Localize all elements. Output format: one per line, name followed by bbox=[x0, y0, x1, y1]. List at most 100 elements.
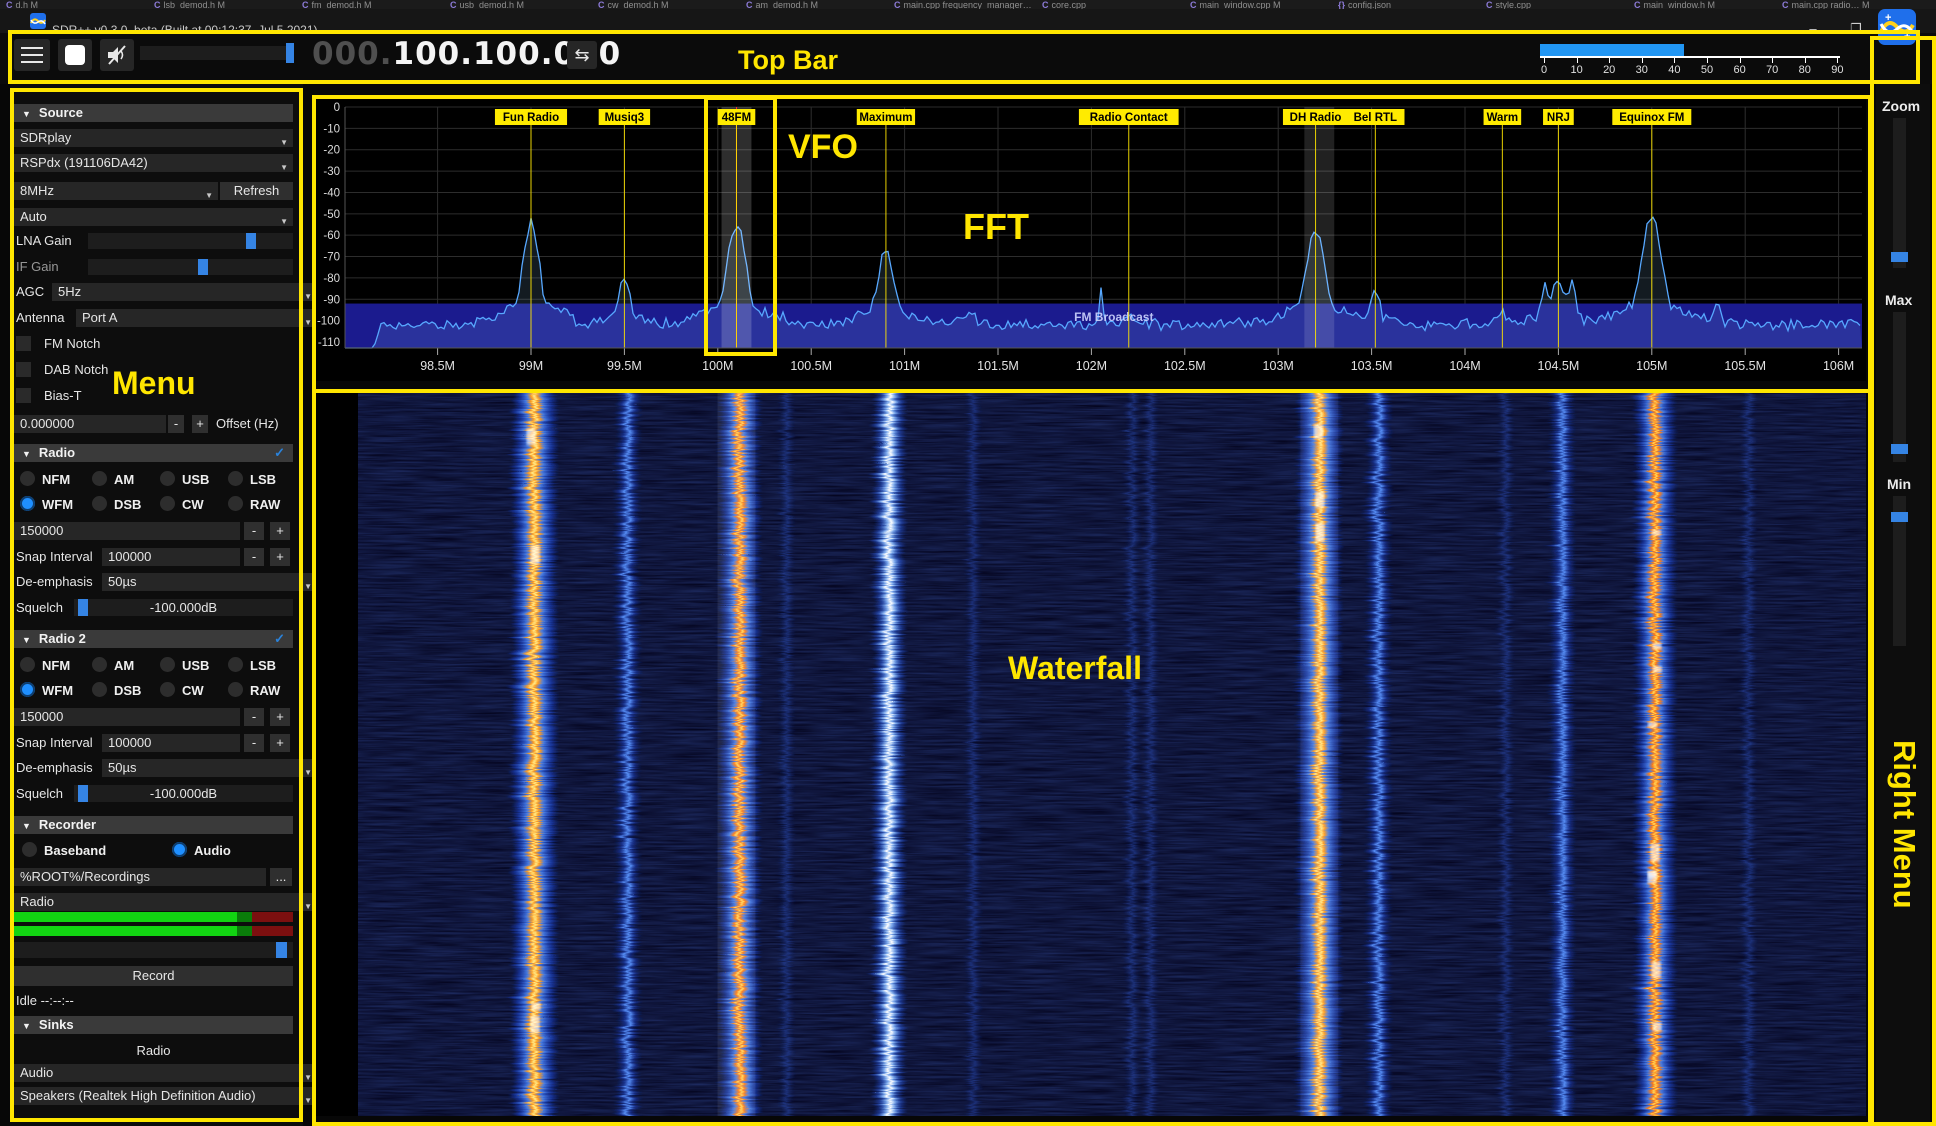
editor-tab[interactable]: Cam_demod.h M bbox=[746, 0, 818, 9]
swap-iq-button[interactable]: ⇆ bbox=[567, 41, 597, 69]
dab-notch-checkbox[interactable] bbox=[16, 362, 31, 377]
station-label[interactable]: 48FM bbox=[718, 109, 756, 125]
radio1-bw-minus-button[interactable]: - bbox=[244, 522, 264, 540]
editor-tab[interactable]: Cstyle.cpp bbox=[1486, 0, 1531, 9]
radio2-deemphasis-dropdown[interactable]: 50µs▼ bbox=[102, 759, 317, 777]
radio1-bw-plus-button[interactable]: + bbox=[270, 522, 290, 540]
radio2-bandwidth-input[interactable]: 150000 bbox=[14, 708, 240, 726]
station-label[interactable]: Musiq3 bbox=[599, 109, 650, 125]
mode-radio-dsb[interactable] bbox=[92, 682, 107, 697]
device-dropdown[interactable]: RSPdx (191106DA42)▼ bbox=[14, 154, 293, 172]
editor-tab[interactable]: Cmain.cpp frequency_manager… bbox=[894, 0, 1032, 9]
mode-radio-cw[interactable] bbox=[160, 496, 175, 511]
radio1-snap-minus-button[interactable]: - bbox=[244, 548, 264, 566]
record-button[interactable]: Record bbox=[14, 966, 293, 986]
min-slider[interactable] bbox=[1893, 496, 1906, 646]
station-label[interactable]: DH Radio bbox=[1283, 109, 1348, 125]
if-gain-slider[interactable] bbox=[88, 259, 293, 275]
radio2-section-header[interactable]: ▼Radio 2✓ bbox=[14, 630, 293, 648]
antenna-dropdown[interactable]: Port A▼ bbox=[76, 309, 317, 327]
fm-notch-checkbox[interactable] bbox=[16, 336, 31, 351]
recorder-path-input[interactable]: %ROOT%/Recordings bbox=[14, 868, 266, 886]
mode-radio-lsb[interactable] bbox=[228, 471, 243, 486]
editor-tab[interactable]: {}config.json bbox=[1338, 0, 1391, 9]
station-label[interactable]: Warm bbox=[1484, 109, 1522, 125]
radio2-squelch-slider[interactable]: -100.000dB bbox=[74, 785, 293, 802]
radio1-snap-input[interactable]: 100000 bbox=[102, 548, 240, 566]
radio1-snap-plus-button[interactable]: + bbox=[270, 548, 290, 566]
bias-t-checkbox[interactable] bbox=[16, 388, 31, 403]
mode-radio-am[interactable] bbox=[92, 657, 107, 672]
snr-gauge[interactable]: 0102030405060708090 bbox=[1540, 44, 1840, 76]
radio2-snap-input[interactable]: 100000 bbox=[102, 734, 240, 752]
radio2-snap-minus-button[interactable]: - bbox=[244, 734, 264, 752]
recorder-audio-radio-selected[interactable] bbox=[172, 842, 187, 857]
mode-radio-wfm-selected[interactable] bbox=[20, 496, 35, 511]
radio1-deemphasis-dropdown[interactable]: 50µs▼ bbox=[102, 573, 317, 591]
module-enabled-check-icon[interactable]: ✓ bbox=[274, 444, 285, 462]
station-label[interactable]: Radio Contact bbox=[1079, 109, 1179, 125]
editor-tab[interactable]: Cd.h M bbox=[6, 0, 38, 9]
mode-radio-nfm[interactable] bbox=[20, 657, 35, 672]
station-label[interactable]: Bel RTL bbox=[1346, 109, 1404, 125]
offset-plus-button[interactable]: + bbox=[192, 415, 208, 433]
recorder-stream-dropdown[interactable]: Radio▼ bbox=[14, 893, 317, 911]
editor-tabstrip[interactable]: Cd.h MClsb_demod.h MCfm_demod.h MCusb_de… bbox=[0, 0, 1936, 9]
editor-tab[interactable]: Clsb_demod.h M bbox=[154, 0, 225, 9]
fft-display[interactable]: 0-10-20-30-40-50-60-70-80-90-100-11098.5… bbox=[316, 99, 1866, 381]
sink-device-dropdown[interactable]: Speakers (Realtek High Definition Audio)… bbox=[14, 1087, 317, 1105]
recorder-volume-handle[interactable] bbox=[276, 942, 287, 958]
source-type-dropdown[interactable]: SDRplay▼ bbox=[14, 129, 293, 147]
station-label[interactable]: NRJ bbox=[1543, 109, 1574, 125]
zoom-slider-handle[interactable] bbox=[1891, 252, 1908, 262]
radio2-snap-plus-button[interactable]: + bbox=[270, 734, 290, 752]
station-label[interactable]: Fun Radio bbox=[495, 109, 567, 125]
mode-radio-cw[interactable] bbox=[160, 682, 175, 697]
offset-input[interactable]: 0.000000 bbox=[14, 415, 166, 433]
editor-tab[interactable]: Cusb_demod.h M bbox=[450, 0, 524, 9]
mode-radio-nfm[interactable] bbox=[20, 471, 35, 486]
volume-slider[interactable] bbox=[140, 46, 294, 60]
radio1-bandwidth-input[interactable]: 150000 bbox=[14, 522, 240, 540]
editor-tab[interactable]: Cmain_window.h M bbox=[1634, 0, 1715, 9]
bandwidth-dropdown[interactable]: Auto▼ bbox=[14, 208, 293, 226]
sinks-section-header[interactable]: ▼Sinks bbox=[14, 1016, 293, 1034]
mode-radio-dsb[interactable] bbox=[92, 496, 107, 511]
radio1-squelch-slider[interactable]: -100.000dB bbox=[74, 599, 293, 616]
recorder-volume-slider[interactable] bbox=[14, 942, 293, 958]
volume-slider-handle[interactable] bbox=[286, 43, 294, 63]
radio2-squelch-handle[interactable] bbox=[78, 785, 88, 802]
stop-button[interactable] bbox=[58, 39, 92, 71]
module-enabled-check-icon[interactable]: ✓ bbox=[274, 630, 285, 648]
editor-tab[interactable]: Ccw_demod.h M bbox=[598, 0, 669, 9]
source-section-header[interactable]: ▼Source bbox=[14, 104, 293, 122]
station-label[interactable]: Equinox FM bbox=[1612, 109, 1691, 125]
station-label[interactable]: Maximum bbox=[857, 109, 915, 125]
sink-type-dropdown[interactable]: Audio▼ bbox=[14, 1064, 317, 1082]
samplerate-dropdown[interactable]: 8MHz▼ bbox=[14, 182, 218, 200]
mode-radio-usb[interactable] bbox=[160, 657, 175, 672]
refresh-button[interactable]: Refresh bbox=[220, 182, 293, 200]
offset-minus-button[interactable]: - bbox=[168, 415, 184, 433]
editor-tab[interactable]: Ccore.cpp bbox=[1042, 0, 1086, 9]
recorder-baseband-radio[interactable] bbox=[22, 842, 37, 857]
radio2-bw-plus-button[interactable]: + bbox=[270, 708, 290, 726]
max-slider-handle[interactable] bbox=[1891, 444, 1908, 454]
editor-tab[interactable]: Cmain_window.cpp M bbox=[1190, 0, 1281, 9]
lna-gain-slider[interactable] bbox=[88, 233, 293, 249]
max-slider[interactable] bbox=[1893, 312, 1906, 462]
waterfall-display[interactable] bbox=[316, 393, 1866, 1116]
mute-button[interactable] bbox=[100, 39, 134, 71]
agc-dropdown[interactable]: 5Hz▼ bbox=[52, 283, 317, 301]
mode-radio-raw[interactable] bbox=[228, 682, 243, 697]
recorder-browse-button[interactable]: ... bbox=[270, 868, 292, 886]
window-titlebar[interactable]: SDR++ v0.3.0_beta (Built at 00:12:37, Ju… bbox=[0, 9, 1936, 33]
editor-tab[interactable]: Cmain.cpp radio… M bbox=[1782, 0, 1870, 9]
mode-radio-am[interactable] bbox=[92, 471, 107, 486]
radio2-bw-minus-button[interactable]: - bbox=[244, 708, 264, 726]
min-slider-handle[interactable] bbox=[1891, 512, 1908, 522]
mode-radio-lsb[interactable] bbox=[228, 657, 243, 672]
lna-gain-handle[interactable] bbox=[246, 233, 256, 249]
radio1-section-header[interactable]: ▼Radio✓ bbox=[14, 444, 293, 462]
mode-radio-usb[interactable] bbox=[160, 471, 175, 486]
